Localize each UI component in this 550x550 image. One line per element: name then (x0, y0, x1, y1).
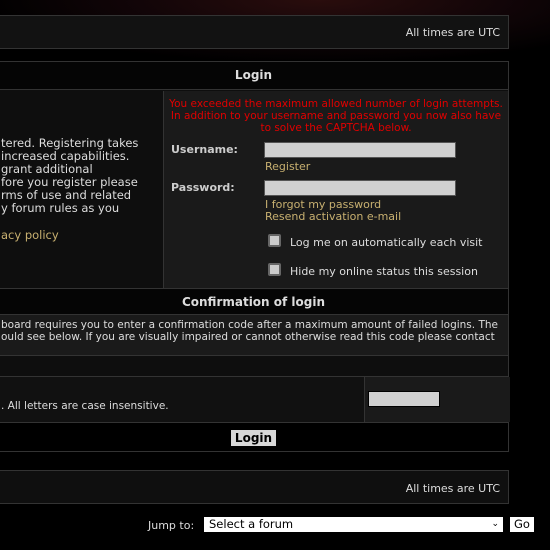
captcha-row (0, 356, 508, 377)
footer-info-bar: All times are UTC (0, 470, 509, 504)
login-form: You exceeded the maximum allowed number … (163, 91, 508, 289)
footer-timezone-text: All times are UTC (405, 482, 500, 495)
forum-select-value: Select a forum (209, 517, 294, 531)
autologin-checkbox[interactable] (268, 234, 281, 247)
login-title: Login (0, 62, 508, 90)
intro-line: y forum rules as you (1, 201, 120, 215)
confirmation-title: Confirmation of login (0, 289, 508, 315)
hide-online-checkbox[interactable] (268, 263, 281, 276)
case-note: . All letters are case insensitive. (1, 400, 169, 412)
password-label: Password: (171, 181, 235, 194)
captcha-input-row: . All letters are case insensitive. (0, 377, 510, 423)
resend-activation-link[interactable]: Resend activation e-mail (265, 210, 401, 223)
forum-select[interactable]: Select a forum ⌄ (204, 517, 503, 532)
username-input[interactable] (264, 142, 456, 158)
login-button[interactable]: Login (230, 430, 277, 446)
login-intro: tered. Registering takes increased capab… (0, 91, 163, 289)
username-label: Username: (171, 143, 238, 156)
top-info-bar: All times are UTC (0, 15, 509, 49)
login-panel: Login tered. Registering takes increased… (0, 61, 509, 289)
login-error: You exceeded the maximum allowed number … (169, 98, 503, 134)
jump-to-label: Jump to: (148, 519, 195, 532)
privacy-policy-link[interactable]: acy policy (1, 229, 138, 242)
go-button[interactable]: Go (510, 517, 534, 532)
confirmation-code-input[interactable] (368, 391, 440, 407)
register-link[interactable]: Register (265, 160, 310, 173)
hide-online-label: Hide my online status this session (290, 265, 478, 278)
password-input[interactable] (264, 180, 456, 196)
chevron-down-icon: ⌄ (491, 519, 499, 529)
autologin-label: Log me on automatically each visit (290, 236, 483, 249)
confirmation-panel: Confirmation of login board requires you… (0, 288, 510, 452)
confirmation-text: board requires you to enter a confirmati… (0, 315, 508, 356)
timezone-text: All times are UTC (405, 26, 500, 39)
